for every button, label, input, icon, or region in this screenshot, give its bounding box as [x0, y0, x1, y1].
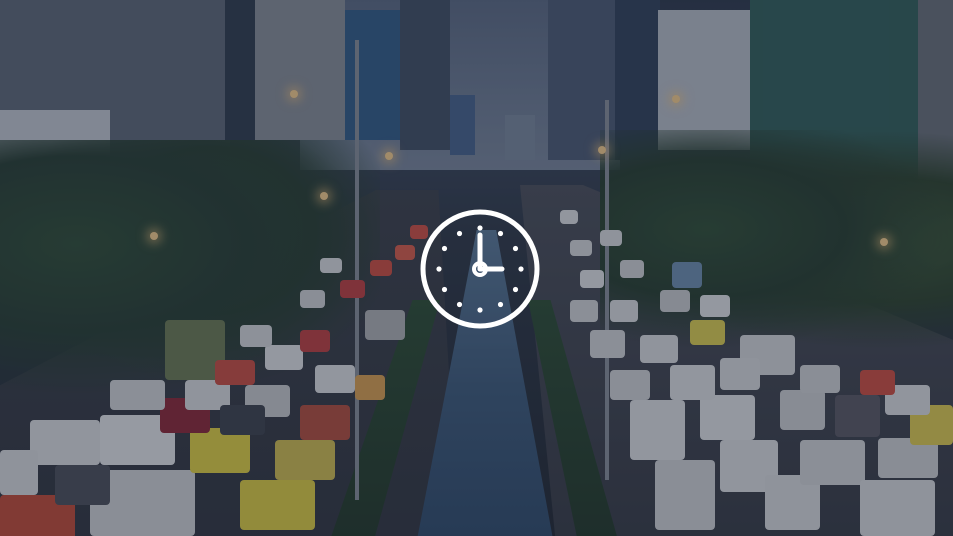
clock-icon — [420, 209, 540, 329]
hero-image — [0, 0, 953, 536]
